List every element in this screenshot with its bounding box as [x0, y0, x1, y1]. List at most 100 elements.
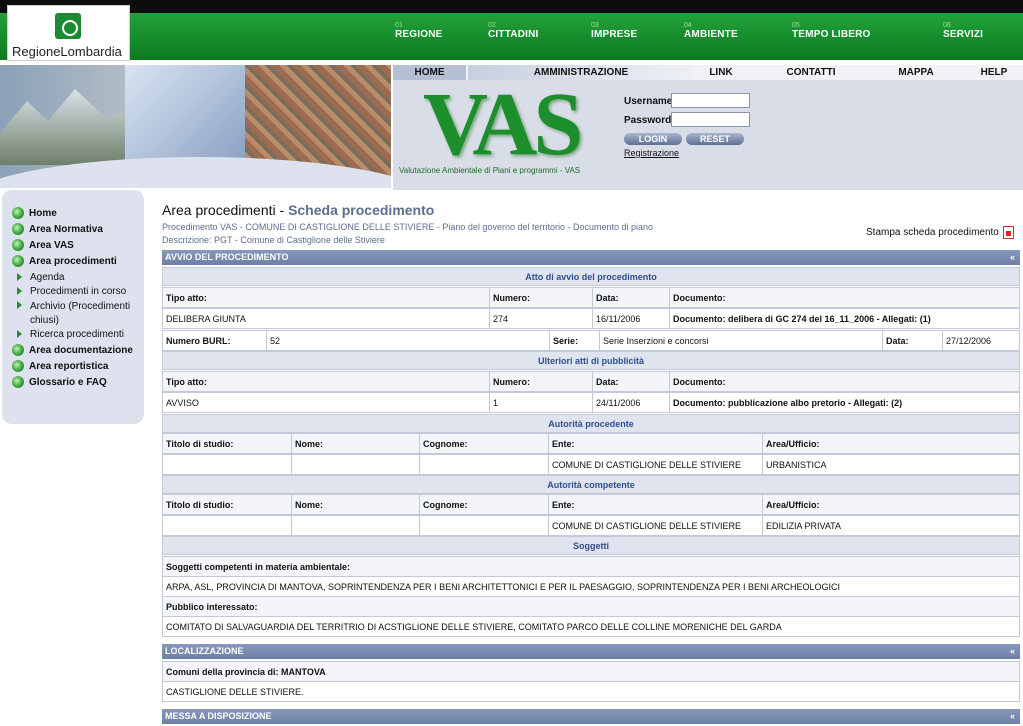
cell-cognome [420, 516, 549, 535]
regione-lombardia-logo[interactable]: RegioneLombardia [7, 5, 130, 61]
section-bar-localizzazione[interactable]: LOCALIZZAZIONE « [162, 644, 1020, 659]
collapse-icon[interactable]: « [1010, 644, 1015, 659]
cell-ente: COMUNE DI CASTIGLIONE DELLE STIVIERE [549, 455, 763, 474]
sidebar-item-area-normativa[interactable]: Area Normativa [12, 223, 103, 235]
topnav-tempo-libero[interactable]: 05 TEMPO LIBERO [792, 22, 871, 40]
comuni-provincia-label: Comuni della provincia di: MANTOVA [162, 661, 1020, 682]
table-row-burl: Numero BURL: 52 Serie: Serie Inserzioni … [162, 330, 1020, 351]
topnav-num: 05 [792, 22, 800, 29]
registration-link[interactable]: Registrazione [624, 148, 679, 158]
topnav-cittadini[interactable]: 02 CITTADINI [488, 22, 539, 40]
vas-subtitle: Valutazione Ambientale di Piani e progra… [399, 166, 581, 175]
header-data: Data: [593, 372, 670, 391]
cell-numero: 1 [490, 393, 593, 412]
section-bar-messa-disposizione[interactable]: MESSA A DISPOSIZIONE « [162, 709, 1020, 724]
cell-nome [292, 455, 420, 474]
section-title: MESSA A DISPOSIZIONE [165, 711, 272, 721]
cell-documento-link[interactable]: Documento: pubblicazione albo pretorio -… [670, 393, 1019, 412]
sidebar-item-glossario[interactable]: Glossario e FAQ [12, 376, 107, 388]
triangle-bullet-icon [17, 330, 22, 338]
password-label: Password [624, 115, 672, 126]
vas-logo: VAS [423, 75, 583, 174]
sidebar-item-label: Ricerca procedimenti [30, 329, 124, 340]
sidebar-item-label: Area documentazione [29, 345, 133, 356]
sidebar-item-label: Area procedimenti [29, 256, 117, 267]
sidebar-item-ricerca-procedimenti[interactable]: Ricerca procedimenti [11, 329, 124, 340]
collapse-icon[interactable]: « [1010, 709, 1015, 724]
cell-titolo-studio [163, 516, 292, 535]
header-ente: Ente: [549, 434, 763, 453]
cell-data: 24/11/2006 [593, 393, 670, 412]
topnav-label: AMBIENTE [684, 29, 738, 40]
topnav-label: IMPRESE [591, 29, 638, 40]
table-row: AVVISO 1 24/11/2006 Documento: pubblicaz… [162, 392, 1020, 413]
topnav-label: SERVIZI [943, 29, 984, 40]
cell-area-ufficio: EDILIZIA PRIVATA [766, 521, 842, 531]
topnav-imprese[interactable]: 03 IMPRESE [591, 22, 637, 40]
green-bullet-icon [12, 207, 24, 219]
sidebar-item-procedimenti-in-corso[interactable]: Procedimenti in corso [11, 286, 126, 297]
subnav-link[interactable]: LINK [701, 65, 741, 80]
header-titolo-studio: Titolo di studio: [163, 495, 292, 514]
table-row: COMUNE DI CASTIGLIONE DELLE STIVIERE URB… [162, 454, 1020, 475]
sidebar-item-area-procedimenti[interactable]: Area procedimenti [12, 255, 117, 267]
sidebar-item-label: Area Normativa [29, 224, 103, 235]
username-label: Username [624, 96, 673, 107]
cell-titolo-studio [163, 455, 292, 474]
header-titolo-studio: Titolo di studio: [163, 434, 292, 453]
green-bullet-icon [12, 239, 24, 251]
header-data: Data: [593, 288, 670, 307]
sidebar-item-home[interactable]: Home [12, 207, 57, 219]
comuni-provincia-value: CASTIGLIONE DELLE STIVIERE. [162, 681, 1020, 702]
print-scheda-link[interactable]: Stampa scheda procedimento [866, 226, 1014, 239]
print-label: Stampa scheda procedimento [866, 227, 999, 238]
password-input[interactable] [671, 112, 750, 127]
subnav-mappa[interactable]: MAPPA [896, 65, 936, 80]
topnav-regione[interactable]: 01 REGIONE [395, 22, 443, 40]
triangle-bullet-icon [17, 287, 22, 295]
table-header-row: Titolo di studio: Nome: Cognome: Ente: A… [162, 433, 1020, 454]
header-nome: Nome: [292, 495, 420, 514]
page-title-main: Area procedimenti - [162, 202, 289, 218]
pubblico-interessato-value: COMITATO DI SALVAGUARDIA DEL TERRITRIO D… [162, 616, 1020, 637]
cell-documento-link[interactable]: Documento: delibera di GC 274 del 16_11_… [670, 309, 1019, 328]
pubblico-interessato-label: Pubblico interessato: [162, 596, 1020, 617]
username-input[interactable] [671, 93, 750, 108]
login-button[interactable]: LOGIN [624, 133, 682, 145]
breadcrumb-procedimento: Procedimento VAS - COMUNE DI CASTIGLIONE… [162, 222, 654, 232]
header-cognome: Cognome: [420, 434, 549, 453]
section-title: AVVIO DEL PROCEDIMENTO [165, 252, 289, 262]
header-numero: Numero: [490, 288, 593, 307]
collapse-icon[interactable]: « [1010, 250, 1015, 265]
sidebar-item-area-reportistica[interactable]: Area reportistica [12, 360, 109, 372]
topnav-servizi[interactable]: 06 SERVIZI [943, 22, 983, 40]
reset-button[interactable]: RESET [686, 133, 744, 145]
sidebar-item-archivio[interactable]: Archivio (Procedimenti chiusi) [11, 300, 136, 328]
sidebar-item-agenda[interactable]: Agenda [11, 272, 64, 283]
header-tipo-atto: Tipo atto: [163, 288, 490, 307]
pdf-icon [1002, 226, 1014, 239]
topnav-num: 04 [684, 22, 692, 29]
header-area-ufficio: Area/Ufficio: [766, 439, 820, 449]
label-serie: Serie: [550, 331, 600, 350]
section-title: LOCALIZZAZIONE [165, 646, 244, 656]
section-bar-avvio[interactable]: AVVIO DEL PROCEDIMENTO « [162, 250, 1020, 265]
subnav-contatti[interactable]: CONTATTI [785, 65, 837, 80]
topnav-num: 06 [943, 22, 951, 29]
label-data: Data: [883, 331, 943, 350]
topnav-num: 02 [488, 22, 496, 29]
sidebar-item-label: Area reportistica [29, 361, 109, 372]
subsection-atto-avvio: Atto di avvio del procedimento [162, 267, 1020, 286]
cell-area-ufficio: URBANISTICA [766, 460, 827, 470]
sidebar-item-area-documentazione[interactable]: Area documentazione [12, 344, 133, 356]
topnav-num: 03 [591, 22, 599, 29]
subnav-help[interactable]: HELP [977, 65, 1011, 80]
logo-text: RegioneLombardia [12, 44, 122, 59]
green-bullet-icon [12, 344, 24, 356]
topnav-label: TEMPO LIBERO [792, 29, 871, 40]
cell-numero: 274 [490, 309, 593, 328]
topnav-label: REGIONE [395, 29, 443, 40]
topnav-ambiente[interactable]: 04 AMBIENTE [684, 22, 738, 40]
green-bullet-icon [12, 376, 24, 388]
sidebar-item-area-vas[interactable]: Area VAS [12, 239, 74, 251]
